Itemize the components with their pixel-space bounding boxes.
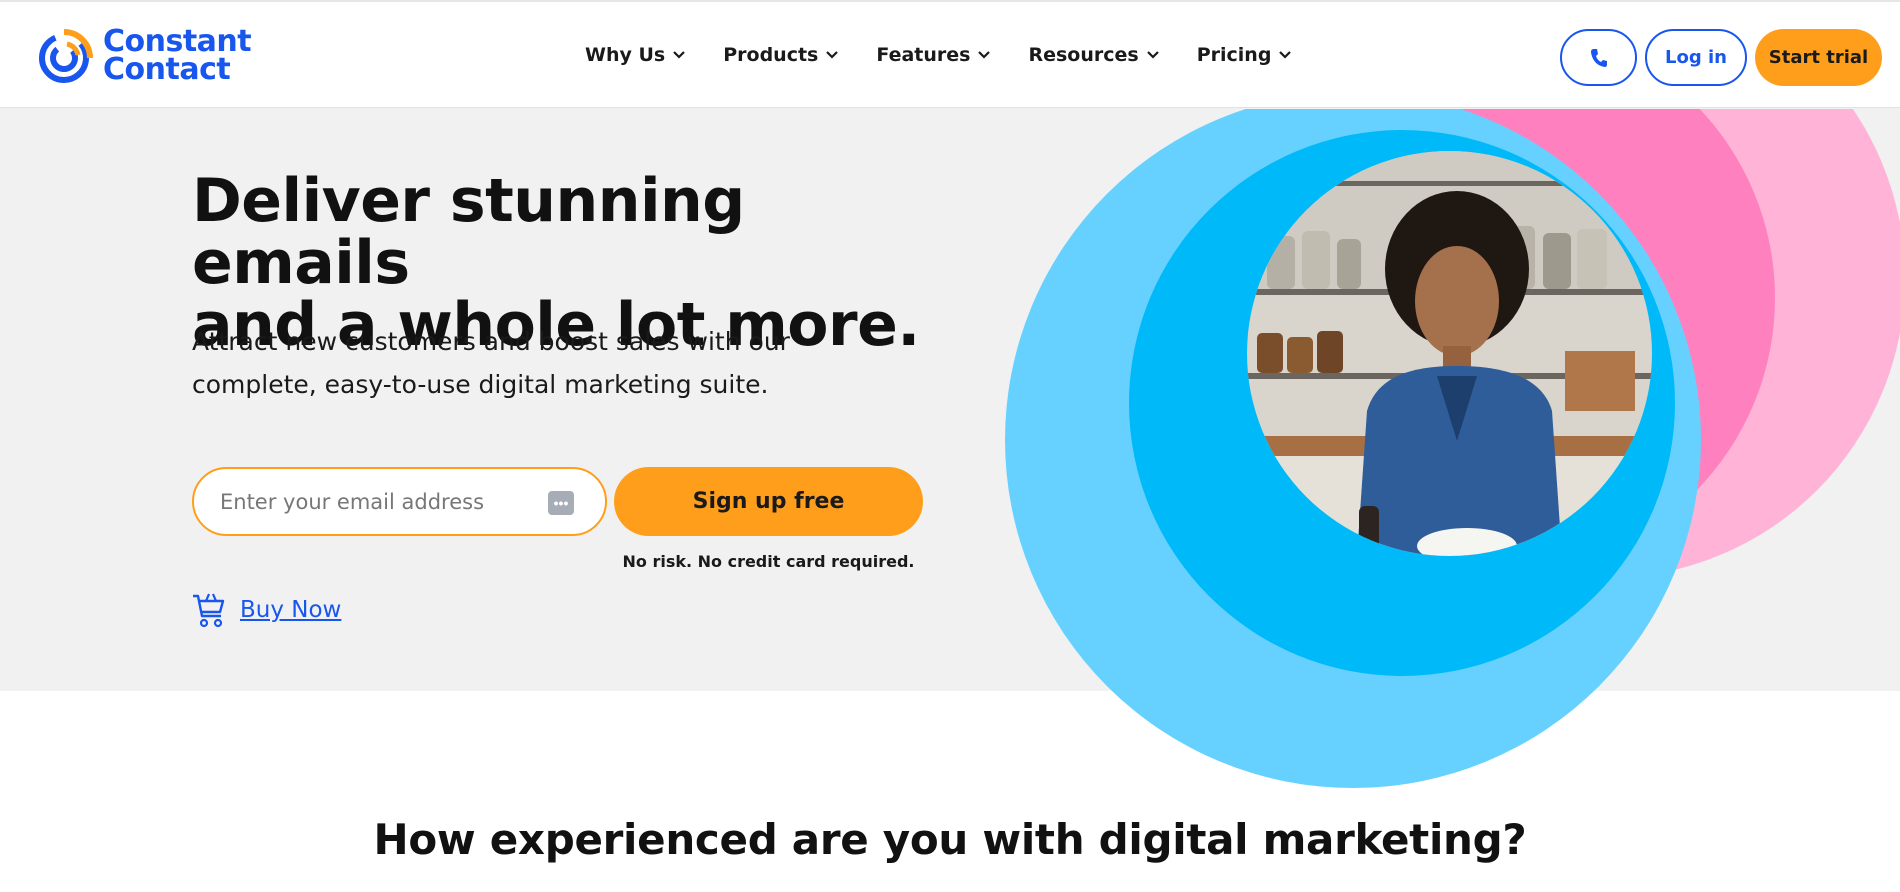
experience-section-title: How experienced are you with digital mar… [373,815,1527,864]
nav-products[interactable]: Products [723,44,839,66]
buy-now-link[interactable]: Buy Now [240,597,341,623]
buy-now-link-group[interactable]: Buy Now [192,592,341,628]
constant-contact-logo[interactable]: Constant Contact [37,27,252,87]
logo-mark-icon [39,29,93,83]
logo-wordmark: Constant Contact [103,27,252,87]
phone-icon [1590,48,1607,67]
sign-up-free-button[interactable]: Sign up free [614,467,923,536]
nav-resources[interactable]: Resources [1028,44,1159,66]
nav-products-label: Products [723,44,819,66]
site-header: Constant Contact Why Us Products Feature… [0,0,1900,108]
email-input[interactable] [220,489,540,514]
phone-button[interactable] [1560,29,1637,86]
start-trial-button[interactable]: Start trial [1755,29,1882,86]
hero-headline-line-1: Deliver stunning emails [192,166,745,298]
login-button[interactable]: Log in [1645,29,1747,86]
chevron-down-icon [978,51,991,59]
nav-features-label: Features [876,44,971,66]
no-risk-note: No risk. No credit card required. [622,552,915,571]
nav-pricing[interactable]: Pricing [1197,44,1292,66]
header-actions: Log in Start trial [1560,29,1882,86]
chevron-down-icon [1146,51,1159,59]
logo-line-2: Contact [103,52,231,87]
hero-subheadline-line-1: Attract new customers and boost sales wi… [192,327,790,356]
main-nav: Why Us Products Features Resources Prici… [585,2,1329,108]
nav-why-us-label: Why Us [585,44,666,66]
chevron-down-icon [673,51,686,59]
chevron-down-icon [826,51,839,59]
hero-subheadline: Attract new customers and boost sales wi… [192,320,832,406]
nav-resources-label: Resources [1028,44,1139,66]
chevron-down-icon [1279,51,1292,59]
woman-portrait-image [1247,151,1652,556]
nav-pricing-label: Pricing [1196,44,1272,66]
hero-photo-woman [1247,151,1652,556]
password-manager-icon[interactable]: ••• [548,491,574,515]
nav-why-us[interactable]: Why Us [585,44,686,66]
nav-features[interactable]: Features [876,44,991,66]
email-field[interactable]: ••• [192,467,607,536]
hero-subheadline-line-2: complete, easy-to-use digital marketing … [192,370,769,399]
shopping-cart-icon [193,593,225,628]
